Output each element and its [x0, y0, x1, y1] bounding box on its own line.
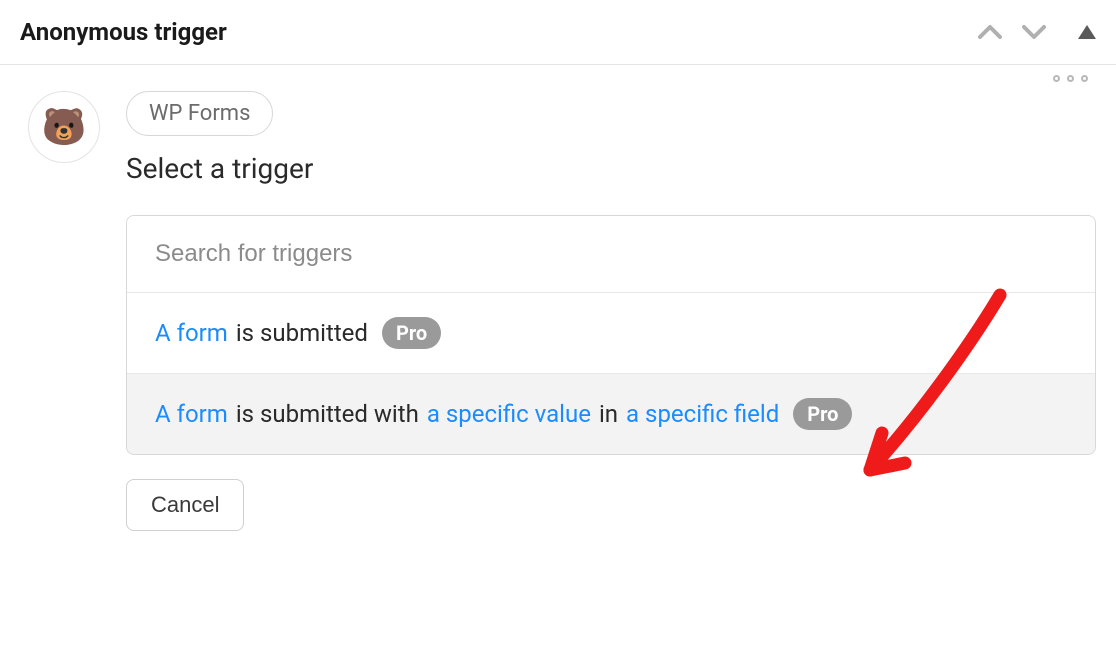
pro-badge: Pro: [382, 317, 441, 349]
trigger-token-text: is submitted: [236, 319, 368, 347]
integration-avatar: 🐻: [28, 91, 100, 163]
search-input[interactable]: [127, 216, 1095, 292]
integration-chip[interactable]: WP Forms: [126, 91, 273, 136]
trigger-option-0[interactable]: A form is submitted Pro: [127, 292, 1095, 373]
panel-body: 🐻 WP Forms Select a trigger A form is sub…: [0, 65, 1116, 551]
panel-title: Anonymous trigger: [20, 18, 227, 46]
trigger-token-link: a specific field: [626, 400, 779, 428]
collapse-icon[interactable]: [1078, 25, 1096, 39]
trigger-option-1[interactable]: A form is submitted with a specific value i…: [127, 373, 1095, 454]
cancel-button[interactable]: Cancel: [126, 479, 244, 531]
wpforms-logo-icon: 🐻: [42, 109, 87, 145]
move-down-icon[interactable]: [1022, 24, 1046, 40]
panel-controls: [978, 24, 1096, 40]
more-options-icon[interactable]: [1053, 75, 1088, 82]
trigger-picker: A form is submitted Pro A form is submitted …: [126, 215, 1096, 455]
panel-header: Anonymous trigger: [0, 0, 1116, 65]
trigger-token-link: a specific value: [427, 400, 591, 428]
trigger-token-text: is submitted with: [236, 400, 419, 428]
trigger-token-link: A form: [155, 319, 228, 347]
trigger-config: WP Forms Select a trigger A form is submi…: [126, 91, 1096, 531]
move-up-icon[interactable]: [978, 24, 1002, 40]
pro-badge: Pro: [793, 398, 852, 430]
trigger-token-text: in: [599, 400, 618, 428]
trigger-token-link: A form: [155, 400, 228, 428]
section-subtitle: Select a trigger: [126, 152, 1096, 185]
